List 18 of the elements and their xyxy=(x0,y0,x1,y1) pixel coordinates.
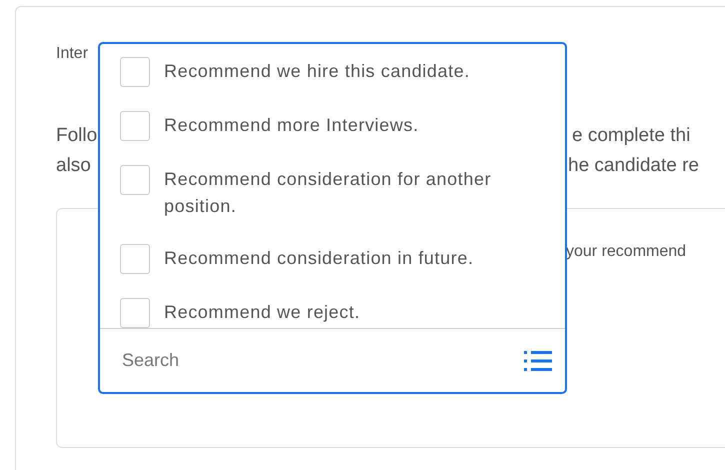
checkbox[interactable] xyxy=(120,111,150,141)
list-icon[interactable] xyxy=(524,350,552,372)
checkbox[interactable] xyxy=(120,165,150,195)
textarea-placeholder: your recommend xyxy=(566,243,686,260)
field-label: Inter xyxy=(56,44,90,64)
paragraph-text: also xyxy=(56,154,91,178)
paragraph-text: e complete thi xyxy=(572,124,690,148)
option-label[interactable]: Recommend more Interviews. xyxy=(164,112,530,139)
paragraph-text: Follo xyxy=(56,124,98,148)
checkbox[interactable] xyxy=(120,244,150,274)
paragraph-text: he candidate re xyxy=(568,154,699,178)
option-label[interactable]: Recommend we reject. xyxy=(164,299,530,326)
option-label[interactable]: Recommend consideration in future. xyxy=(164,245,530,272)
checkbox[interactable] xyxy=(120,57,150,87)
option-label[interactable]: Recommend consideration for another position. xyxy=(164,166,530,220)
checkbox[interactable] xyxy=(120,298,150,328)
option-label[interactable]: Recommend we hire this candidate. xyxy=(164,58,530,85)
search-field[interactable]: Search xyxy=(122,350,322,371)
